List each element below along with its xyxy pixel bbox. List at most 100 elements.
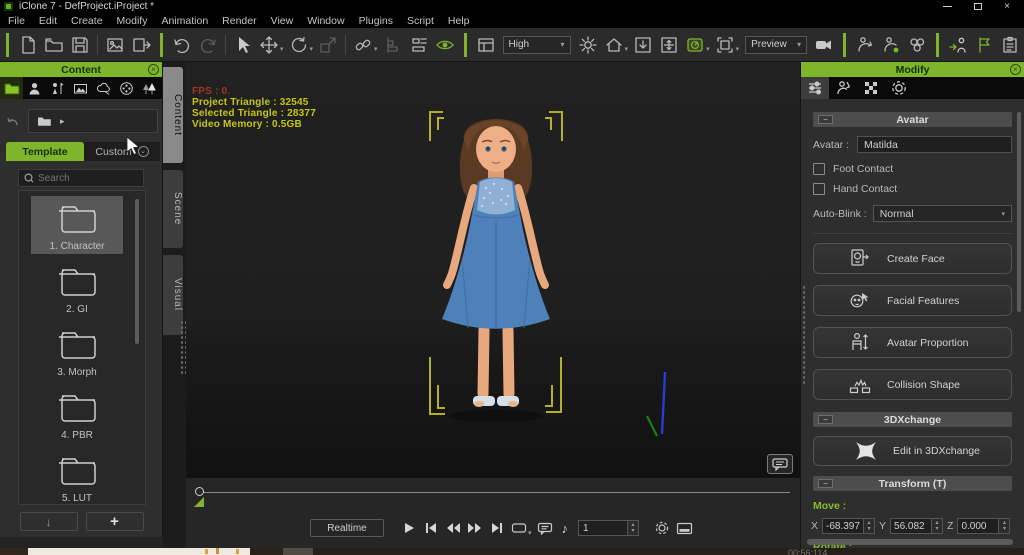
gizmo-select-caret[interactable]: ▾ bbox=[736, 45, 740, 53]
motion-edit-icon[interactable] bbox=[879, 33, 903, 57]
category-props-icon[interactable] bbox=[92, 77, 115, 99]
breadcrumb-path[interactable]: ▸ bbox=[28, 109, 158, 133]
pose-edit-icon[interactable] bbox=[853, 33, 877, 57]
category-set-icon[interactable] bbox=[69, 77, 92, 99]
frame-spinner[interactable]: ▴ ▾ bbox=[628, 520, 640, 536]
avatar-character-matilda[interactable] bbox=[396, 98, 596, 428]
content-panel-close-icon[interactable]: × bbox=[148, 64, 159, 75]
flag-marker-icon[interactable] bbox=[972, 33, 996, 57]
menu-item-help[interactable]: Help bbox=[448, 15, 470, 27]
transform-collapse-icon[interactable]: − bbox=[818, 479, 833, 488]
render-video-icon[interactable] bbox=[812, 33, 836, 57]
side-tab-content[interactable]: Content bbox=[163, 67, 183, 163]
menu-item-modify[interactable]: Modify bbox=[117, 15, 148, 27]
frame-number-field[interactable]: ▴ ▾ bbox=[578, 520, 640, 536]
scale-tool-icon[interactable] bbox=[316, 33, 340, 57]
camera-view-caret[interactable]: ▾ bbox=[706, 45, 710, 53]
move-tool-caret[interactable]: ▾ bbox=[280, 45, 284, 53]
auto-blink-dropdown[interactable]: Normal ▾ bbox=[872, 205, 1012, 222]
align-left-icon[interactable] bbox=[381, 33, 405, 57]
menu-item-render[interactable]: Render bbox=[222, 15, 256, 27]
timeline-track[interactable] bbox=[186, 478, 800, 508]
camera-pan-icon[interactable] bbox=[657, 33, 681, 57]
folder-item-lut[interactable]: 5. LUT bbox=[31, 448, 123, 504]
create-face-button[interactable]: Create Face bbox=[813, 243, 1012, 274]
spin-down-icon[interactable]: ▾ bbox=[868, 526, 871, 532]
display-mode-button[interactable] bbox=[673, 519, 695, 537]
clipboard-list-icon[interactable] bbox=[998, 33, 1022, 57]
tab-custom[interactable]: Custom ⌄ bbox=[84, 142, 160, 161]
move-down-button[interactable]: ↓ bbox=[19, 512, 78, 531]
folder-item-morph[interactable]: 3. Morph bbox=[31, 322, 123, 380]
quality-dropdown[interactable]: High ▾ bbox=[502, 35, 571, 54]
avatar-name-input[interactable] bbox=[857, 136, 1012, 153]
folder-item-character[interactable]: 1. Character bbox=[31, 196, 123, 254]
spin-down-icon[interactable]: ▾ bbox=[1003, 526, 1006, 532]
go-to-start-button[interactable] bbox=[420, 519, 442, 537]
timeline-line[interactable] bbox=[200, 492, 790, 493]
visibility-eye-icon[interactable] bbox=[433, 33, 457, 57]
modify-resize-handle[interactable] bbox=[802, 285, 807, 385]
breadcrumb-expand-arrow[interactable]: ▸ bbox=[60, 116, 65, 127]
camera-reset-icon[interactable] bbox=[631, 33, 655, 57]
search-input[interactable] bbox=[38, 172, 138, 184]
save-project-icon[interactable] bbox=[68, 33, 92, 57]
link-tool-caret[interactable]: ▾ bbox=[374, 45, 378, 53]
edit-in-3dxchange-button[interactable]: Edit in 3DXchange bbox=[813, 436, 1012, 466]
category-animation-icon[interactable] bbox=[46, 77, 69, 99]
menu-item-file[interactable]: File bbox=[8, 15, 25, 27]
realtime-button[interactable]: Realtime bbox=[310, 519, 384, 537]
previous-frame-button[interactable] bbox=[442, 519, 464, 537]
move-z-input[interactable] bbox=[957, 518, 1000, 534]
timeline-marker-icon[interactable] bbox=[194, 497, 205, 507]
playback-settings-gear-icon[interactable] bbox=[651, 519, 673, 537]
restore-button[interactable] bbox=[974, 3, 983, 10]
caption-button[interactable] bbox=[534, 519, 556, 537]
foot-contact-checkbox[interactable] bbox=[813, 163, 825, 175]
link-tool-icon[interactable] bbox=[351, 33, 375, 57]
back-arrow-icon[interactable] bbox=[4, 114, 20, 128]
next-frame-button[interactable] bbox=[464, 519, 486, 537]
loop-mode-caret[interactable]: ▾ bbox=[528, 529, 532, 537]
motion-puppet-icon[interactable] bbox=[946, 33, 970, 57]
select-tool-icon[interactable] bbox=[231, 33, 255, 57]
light-icon[interactable] bbox=[576, 33, 600, 57]
close-button[interactable]: × bbox=[1004, 1, 1010, 12]
category-nature-icon[interactable] bbox=[138, 77, 161, 99]
redo-icon[interactable] bbox=[196, 33, 220, 57]
timeline-playhead-handle[interactable] bbox=[195, 487, 204, 496]
move-y-field[interactable]: ▴▾ bbox=[890, 518, 944, 534]
open-project-icon[interactable] bbox=[42, 33, 66, 57]
avatar-section-header[interactable]: − Avatar bbox=[813, 112, 1012, 127]
modify-tab-animation[interactable] bbox=[829, 77, 857, 99]
menu-item-view[interactable]: View bbox=[271, 15, 294, 27]
viewport-3d[interactable]: FPS : 0. Project Triangle : 32545 Select… bbox=[186, 62, 800, 478]
move-z-spinner[interactable]: ▴ ▾ bbox=[999, 518, 1011, 534]
audio-note-icon[interactable]: ♪ bbox=[562, 521, 569, 536]
go-to-end-button[interactable] bbox=[486, 519, 508, 537]
folder-list-scrollbar[interactable] bbox=[135, 199, 139, 344]
folder-item-pbr[interactable]: 4. PBR bbox=[31, 385, 123, 443]
avatar-collapse-icon[interactable]: − bbox=[818, 115, 833, 124]
move-tool-icon[interactable] bbox=[257, 33, 281, 57]
layout-panel-icon[interactable] bbox=[474, 33, 498, 57]
collision-shape-button[interactable]: Collision Shape bbox=[813, 369, 1012, 400]
modify-tab-attributes[interactable] bbox=[801, 77, 829, 99]
viewport-comment-button[interactable] bbox=[767, 454, 793, 474]
side-tab-scene[interactable]: Scene bbox=[163, 170, 183, 248]
modify-tab-settings-gear-icon[interactable] bbox=[885, 77, 913, 99]
modify-vertical-scrollbar[interactable] bbox=[1017, 112, 1021, 312]
frame-spin-down-icon[interactable]: ▾ bbox=[632, 528, 635, 534]
camera-view-icon[interactable] bbox=[683, 33, 707, 57]
modify-panel-close-icon[interactable]: × bbox=[1010, 64, 1021, 75]
home-view-icon[interactable] bbox=[602, 33, 626, 57]
menu-item-plugins[interactable]: Plugins bbox=[359, 15, 393, 27]
play-button[interactable] bbox=[398, 519, 420, 537]
export-icon[interactable] bbox=[129, 33, 153, 57]
xchange-section-header[interactable]: − 3DXchange bbox=[813, 412, 1012, 427]
gizmo-select-icon[interactable] bbox=[713, 33, 737, 57]
undo-icon[interactable] bbox=[170, 33, 194, 57]
move-x-field[interactable]: ▴▾ bbox=[822, 518, 876, 534]
new-project-icon[interactable] bbox=[16, 33, 40, 57]
move-x-spinner[interactable]: ▴ ▾ bbox=[864, 518, 876, 534]
